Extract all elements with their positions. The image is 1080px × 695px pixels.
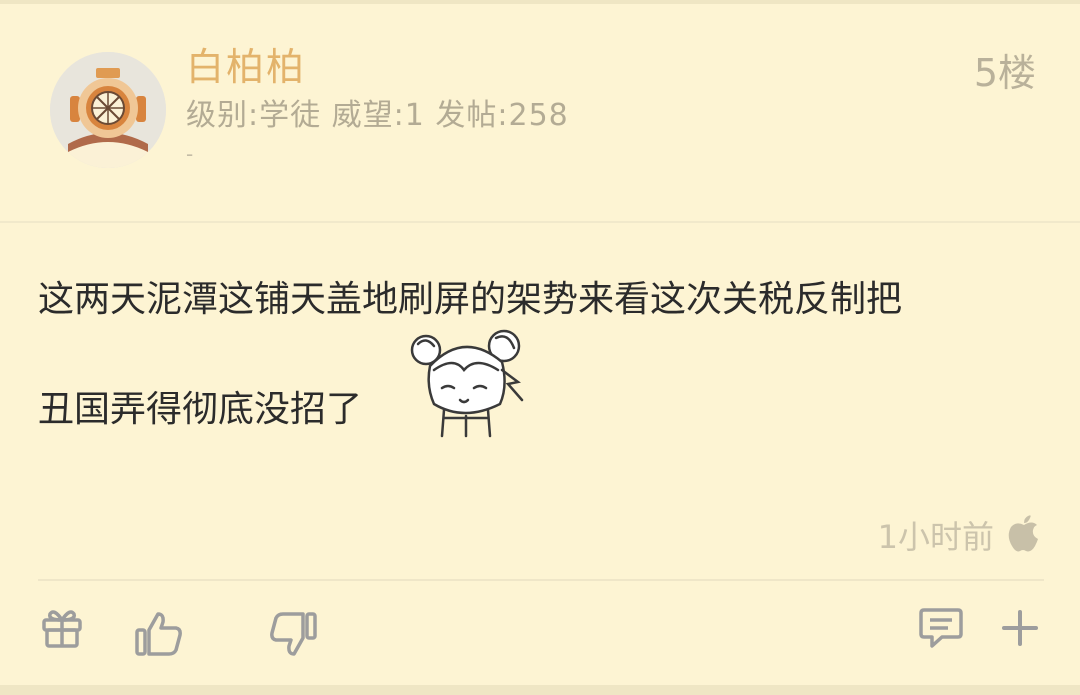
user-signature: - (186, 142, 194, 166)
plus-icon[interactable] (1000, 606, 1040, 654)
anime-girl-sticker-icon (404, 326, 536, 438)
footer-divider (38, 579, 1044, 581)
gift-icon[interactable] (40, 606, 84, 654)
user-avatar[interactable] (50, 52, 166, 168)
bottom-border (0, 685, 1080, 695)
thumbs-down-icon[interactable] (268, 610, 318, 662)
floor-number: 5楼 (973, 51, 1036, 95)
post-content-line1: 这两天泥潭这铺天盖地刷屏的架势来看这次关税反制把 (38, 279, 903, 320)
thumbs-up-icon[interactable] (134, 610, 184, 662)
comment-icon[interactable] (918, 606, 964, 654)
apple-icon (1006, 514, 1042, 554)
post-time: 1小时前 (877, 518, 994, 556)
diving-helmet-avatar-icon (50, 52, 166, 168)
username[interactable]: 白柏柏 (186, 36, 306, 91)
top-border (0, 0, 1080, 4)
user-info: 级别:学徒 威望:1 发帖:258 (186, 98, 569, 133)
post-content-line2: 丑国弄得彻底没招了 (38, 389, 363, 430)
header-divider (0, 221, 1080, 223)
